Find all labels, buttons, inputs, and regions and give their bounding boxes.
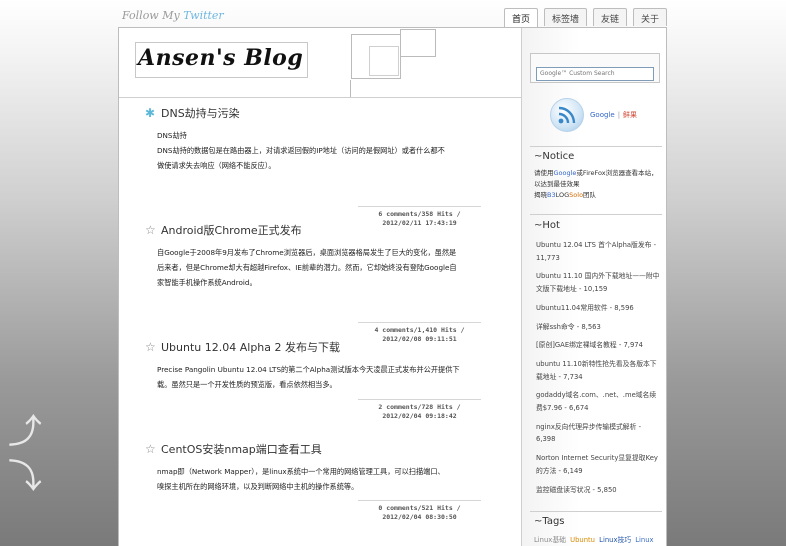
post-item: ✱ DNS劫持与污染 DNS劫持 DNS劫持的数据包是在路由器上，对请求返回假的… <box>145 105 481 227</box>
twitter-text: Twitter <box>183 9 224 22</box>
tags-heading: ~Tags <box>534 516 565 527</box>
blog-logo[interactable]: Ansen's Blog <box>135 42 309 78</box>
follow-text: Follow My <box>122 9 180 22</box>
rss-separator: | <box>617 111 621 119</box>
section-divider <box>530 146 662 147</box>
excerpt-line: Precise Pangolin Ubuntu 12.04 LTS的第二个Alp… <box>157 365 460 374</box>
blog-header: Ansen's Blog <box>119 28 521 98</box>
post-item: ☆ Ubuntu 12.04 Alpha 2 发布与下载 Precise Pan… <box>145 339 481 420</box>
excerpt-line: 载。虽然只是一个开发性质的预览版，看点依然相当多。 <box>157 380 337 389</box>
rss-google-link[interactable]: Google <box>590 111 615 119</box>
tag-link[interactable]: Linux技巧 <box>599 536 631 544</box>
notice-text: 请使用Google或FireFox浏览器查看本站，以达到最佳效果 揭晓B3LOG… <box>534 168 662 201</box>
post-stats[interactable]: 6 comments/358 Hits / <box>358 210 481 219</box>
rss-feed-icon[interactable] <box>550 98 584 132</box>
tab-tag-wall[interactable]: 标签墙 <box>543 8 587 26</box>
top-nav-tabs: 首页 标签墙 友链 关于 <box>503 8 667 27</box>
notice-heading: ~Notice <box>534 151 575 162</box>
notice-part: 请使用 <box>534 169 554 177</box>
decor-line <box>350 80 351 97</box>
post-meta: 0 comments/521 Hits / 2012/02/04 08:30:5… <box>358 500 481 522</box>
star-outline-icon: ☆ <box>145 442 156 456</box>
post-title[interactable]: CentOS安装nmap端口查看工具 <box>161 441 322 457</box>
main-content: Ansen's Blog ✱ DNS劫持与污染 DNS劫持 DNS劫持的数据包是… <box>119 28 521 546</box>
post-title[interactable]: Android版Chrome正式发布 <box>161 222 302 238</box>
hot-item[interactable]: ubuntu 11.10新特性抢先看及各版本下载地址 - 7,734 <box>536 358 660 383</box>
tab-home[interactable]: 首页 <box>503 8 538 27</box>
tag-cloud: Linux基础 Ubuntu Linux技巧 Linux <box>534 534 656 544</box>
post-stats[interactable]: 4 comments/1,410 Hits / <box>358 326 481 335</box>
section-divider <box>530 214 662 215</box>
excerpt-line: 做使请求失去响应（网络不能反应）。 <box>157 161 276 170</box>
scroll-up-arrow-icon[interactable]: ⤴ <box>8 415 42 449</box>
hot-list: Ubuntu 12.04 LTS 首个Alpha版发布 - 11,773 Ubu… <box>536 239 660 502</box>
star-outline-icon: ☆ <box>145 223 156 237</box>
post-item: ☆ Android版Chrome正式发布 自Google于2008年9月发布了C… <box>145 222 481 343</box>
hot-item[interactable]: Ubuntu 12.04 LTS 首个Alpha版发布 - 11,773 <box>536 239 660 264</box>
section-divider <box>530 511 662 512</box>
excerpt-line: 后来者，但是Chrome却大有超越Firefox、IE前辈的潜力。然而，它却始终… <box>157 263 457 272</box>
post-excerpt: nmap即（Network Mapper），是linux系统中一个常用的网络管理… <box>157 464 481 494</box>
hot-item[interactable]: Ubuntu 11.10 国内外下载地址——附中文版下载地址 - 10,159 <box>536 270 660 295</box>
tab-about[interactable]: 关于 <box>632 8 667 26</box>
notice-part: 揭晓 <box>534 191 547 199</box>
notice-b3[interactable]: B3 <box>547 191 556 199</box>
follow-twitter-link[interactable]: Follow My Twitter <box>122 9 224 22</box>
excerpt-line: DNS劫持 <box>157 131 187 140</box>
tab-friend-links[interactable]: 友链 <box>592 8 627 26</box>
notice-part: LOG <box>555 191 570 199</box>
rss-xianguo-link[interactable]: 鲜果 <box>623 111 637 119</box>
decor-square <box>400 29 436 57</box>
search-box <box>530 53 660 83</box>
hot-item[interactable]: 监控磁盘读写状况 - 5,850 <box>536 484 660 497</box>
hot-heading: ~Hot <box>534 220 560 231</box>
post-excerpt: DNS劫持 DNS劫持的数据包是在路由器上，对请求返回假的IP地址（访问的是假网… <box>157 128 481 173</box>
notice-solo[interactable]: Solo <box>569 191 583 199</box>
hot-item[interactable]: 详解ssh命令 - 8,563 <box>536 321 660 334</box>
post-item: ☆ CentOS安装nmap端口查看工具 nmap即（Network Mappe… <box>145 441 481 521</box>
hot-item[interactable]: nginx反向代理异步传输模式解析 - 6,398 <box>536 421 660 446</box>
hot-item[interactable]: Ubuntu11.04常用软件 - 8,596 <box>536 302 660 315</box>
star-outline-icon: ☆ <box>145 340 156 354</box>
decor-square <box>369 46 399 76</box>
post-excerpt: Precise Pangolin Ubuntu 12.04 LTS的第二个Alp… <box>157 362 481 392</box>
post-title[interactable]: DNS劫持与污染 <box>161 105 240 121</box>
post-date: 2012/02/04 08:30:50 <box>382 513 457 521</box>
excerpt-line: DNS劫持的数据包是在路由器上，对请求返回假的IP地址（访问的是假网址）或者什么… <box>157 146 445 155</box>
post-excerpt: 自Google于2008年9月发布了Chrome浏览器后，桌面浏览器格局发生了巨… <box>157 245 481 290</box>
star-icon: ✱ <box>145 106 156 120</box>
hot-item[interactable]: Norton Internet Security显复提取Key的方法 - 6,1… <box>536 452 660 477</box>
post-title[interactable]: Ubuntu 12.04 Alpha 2 发布与下载 <box>161 339 340 355</box>
search-input[interactable] <box>536 66 654 81</box>
post-date: 2012/02/04 09:18:42 <box>382 412 457 420</box>
excerpt-line: nmap即（Network Mapper），是linux系统中一个常用的网络管理… <box>157 467 445 476</box>
hot-item[interactable]: godaddy域名.com、.net、.me域名续费$7.96 - 6,674 <box>536 389 660 414</box>
rss-links: Google | 鲜果 <box>590 110 637 120</box>
sidebar: Google|鲜果 ~Notice 请使用Google或FireFox浏览器查看… <box>521 28 666 546</box>
page-frame: Ansen's Blog ✱ DNS劫持与污染 DNS劫持 DNS劫持的数据包是… <box>118 27 667 546</box>
tag-link[interactable]: Linux <box>635 536 653 544</box>
notice-part: 团队 <box>583 191 597 199</box>
tag-link[interactable]: Linux基础 <box>534 536 566 544</box>
post-stats[interactable]: 2 comments/728 Hits / <box>358 403 481 412</box>
notice-part: FireFox <box>582 169 606 177</box>
notice-google: Google <box>553 169 577 177</box>
excerpt-line: 嗅探主机所在的网络环境，以及判断网络中主机的操作系统等。 <box>157 482 359 491</box>
post-stats[interactable]: 0 comments/521 Hits / <box>358 504 481 513</box>
tag-link[interactable]: Ubuntu <box>570 536 595 544</box>
excerpt-line: 自Google于2008年9月发布了Chrome浏览器后，桌面浏览器格局发生了巨… <box>157 248 457 257</box>
excerpt-line: 家智能手机操作系统Android。 <box>157 278 257 287</box>
post-meta: 2 comments/728 Hits / 2012/02/04 09:18:4… <box>358 399 481 421</box>
hot-item[interactable]: [原创]GAE绑定裸域名教程 - 7,974 <box>536 339 660 352</box>
scroll-down-arrow-icon[interactable]: ⤵ <box>8 460 42 494</box>
